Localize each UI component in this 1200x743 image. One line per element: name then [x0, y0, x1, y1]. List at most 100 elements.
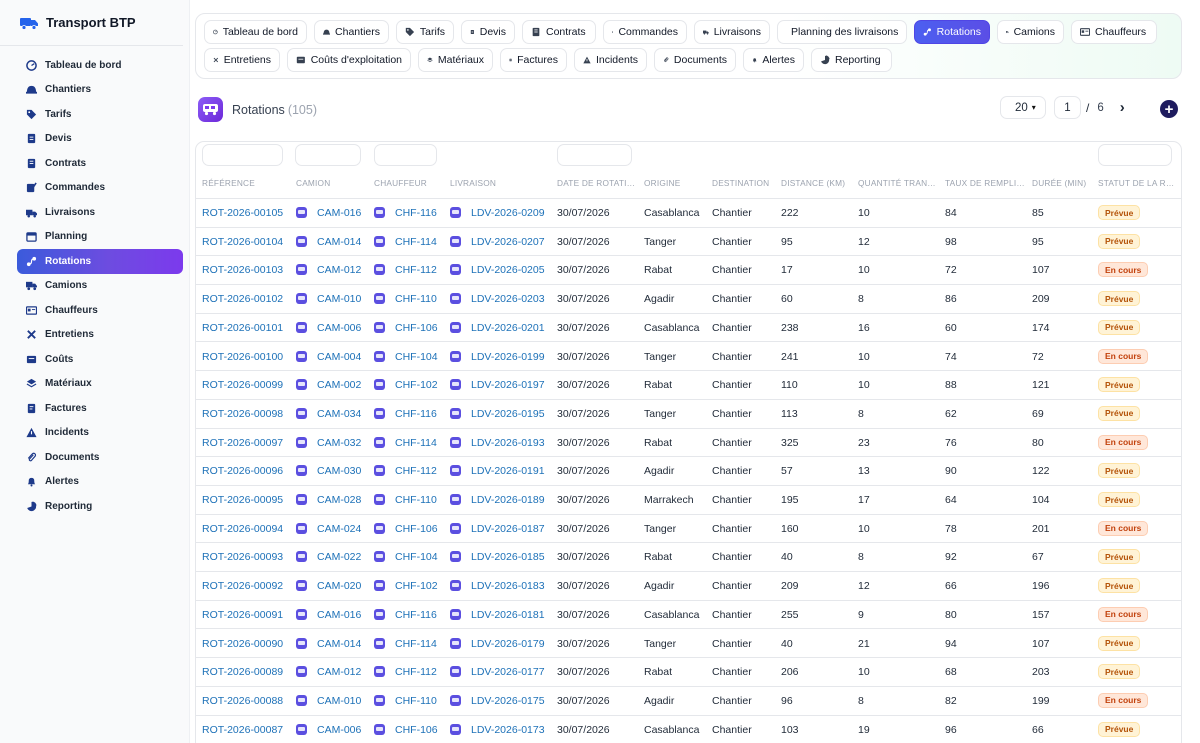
column-header[interactable]: DATE DE ROTATION	[557, 178, 637, 188]
table-row[interactable]: ROT-2026-00098 CAM-034 CHF-116 LDV-2026-019…	[196, 400, 1181, 429]
table-row[interactable]: ROT-2026-00092 CAM-020 CHF-102 LDV-2026-018…	[196, 572, 1181, 601]
column-filter-input[interactable]	[557, 144, 632, 166]
tab-rotations[interactable]: Rotations	[914, 20, 990, 44]
tab-camions[interactable]: Camions	[997, 20, 1064, 44]
tab-documents[interactable]: Documents	[654, 48, 736, 72]
driver-link[interactable]: CHF-102	[395, 379, 438, 391]
driver-link[interactable]: CHF-110	[395, 494, 437, 506]
tab-materiaux[interactable]: Matériaux	[418, 48, 493, 72]
table-row[interactable]: ROT-2026-00101 CAM-006 CHF-106 LDV-2026-020…	[196, 314, 1181, 343]
reference-link[interactable]: ROT-2026-00091	[202, 609, 283, 621]
truck-link[interactable]: CAM-016	[317, 207, 361, 219]
truck-link[interactable]: CAM-014	[317, 638, 361, 650]
reference-link[interactable]: ROT-2026-00102	[202, 293, 283, 305]
sidebar-item-alertes[interactable]: Alertes	[17, 470, 183, 495]
delivery-link[interactable]: LDV-2026-0189	[471, 494, 545, 506]
page-number-input[interactable]: 1	[1054, 96, 1081, 119]
driver-link[interactable]: CHF-112	[395, 666, 437, 678]
reference-link[interactable]: ROT-2026-00089	[202, 666, 283, 678]
reference-link[interactable]: ROT-2026-00088	[202, 695, 283, 707]
delivery-link[interactable]: LDV-2026-0183	[471, 580, 545, 592]
tab-planning-des-livraisons[interactable]: Planning des livraisons	[777, 20, 907, 44]
sidebar-item-livraisons[interactable]: Livraisons	[17, 200, 183, 225]
column-header[interactable]: RÉFÉRENCE	[202, 178, 255, 188]
truck-link[interactable]: CAM-010	[317, 695, 361, 707]
driver-link[interactable]: CHF-112	[395, 465, 437, 477]
driver-link[interactable]: CHF-116	[395, 609, 437, 621]
sidebar-item-factures[interactable]: Factures	[17, 396, 183, 421]
tab-tableau-de-bord[interactable]: Tableau de bord	[204, 20, 307, 44]
sidebar-item-materiaux[interactable]: Matériaux	[17, 372, 183, 397]
tab-commandes[interactable]: Commandes	[603, 20, 687, 44]
column-filter-input[interactable]	[1098, 144, 1172, 166]
delivery-link[interactable]: LDV-2026-0177	[471, 666, 545, 678]
truck-link[interactable]: CAM-014	[317, 236, 361, 248]
reference-link[interactable]: ROT-2026-00100	[202, 351, 283, 363]
table-row[interactable]: ROT-2026-00100 CAM-004 CHF-104 LDV-2026-019…	[196, 343, 1181, 372]
truck-link[interactable]: CAM-034	[317, 408, 361, 420]
reference-link[interactable]: ROT-2026-00099	[202, 379, 283, 391]
delivery-link[interactable]: LDV-2026-0193	[471, 437, 545, 449]
truck-link[interactable]: CAM-006	[317, 322, 361, 334]
reference-link[interactable]: ROT-2026-00105	[202, 207, 283, 219]
delivery-link[interactable]: LDV-2026-0181	[471, 609, 545, 621]
delivery-link[interactable]: LDV-2026-0191	[471, 465, 545, 477]
delivery-link[interactable]: LDV-2026-0195	[471, 408, 545, 420]
per-page-select[interactable]: 20 ▾	[1000, 96, 1046, 119]
brand[interactable]: Transport BTP	[0, 0, 183, 46]
table-row[interactable]: ROT-2026-00099 CAM-002 CHF-102 LDV-2026-019…	[196, 371, 1181, 400]
table-row[interactable]: ROT-2026-00096 CAM-030 CHF-112 LDV-2026-019…	[196, 457, 1181, 486]
driver-link[interactable]: CHF-112	[395, 264, 437, 276]
sidebar-item-commandes[interactable]: Commandes	[17, 176, 183, 201]
truck-link[interactable]: CAM-004	[317, 351, 361, 363]
sidebar-item-contrats[interactable]: Contrats	[17, 151, 183, 176]
truck-link[interactable]: CAM-016	[317, 609, 361, 621]
tab-reporting[interactable]: Reporting	[811, 48, 892, 72]
table-row[interactable]: ROT-2026-00104 CAM-014 CHF-114 LDV-2026-020…	[196, 228, 1181, 257]
column-header[interactable]: LIVRAISON	[450, 178, 496, 188]
driver-link[interactable]: CHF-116	[395, 408, 437, 420]
truck-link[interactable]: CAM-032	[317, 437, 361, 449]
tab-devis[interactable]: Devis	[461, 20, 515, 44]
sidebar-item-tableau-de-bord[interactable]: Tableau de bord	[17, 53, 183, 78]
delivery-link[interactable]: LDV-2026-0197	[471, 379, 545, 391]
column-header[interactable]: DISTANCE (KM)	[781, 178, 845, 188]
sidebar-item-entretiens[interactable]: Entretiens	[17, 323, 183, 348]
truck-link[interactable]: CAM-024	[317, 523, 361, 535]
sidebar-item-documents[interactable]: Documents	[17, 445, 183, 470]
delivery-link[interactable]: LDV-2026-0185	[471, 551, 545, 563]
sidebar-item-tarifs[interactable]: Tarifs	[17, 102, 183, 127]
table-row[interactable]: ROT-2026-00094 CAM-024 CHF-106 LDV-2026-018…	[196, 515, 1181, 544]
column-header[interactable]: CAMION	[296, 178, 330, 188]
column-filter-input[interactable]	[374, 144, 437, 166]
truck-link[interactable]: CAM-012	[317, 666, 361, 678]
truck-link[interactable]: CAM-020	[317, 580, 361, 592]
tab-incidents[interactable]: Incidents	[574, 48, 647, 72]
truck-link[interactable]: CAM-010	[317, 293, 361, 305]
driver-link[interactable]: CHF-114	[395, 638, 437, 650]
driver-link[interactable]: CHF-114	[395, 236, 437, 248]
tab-contrats[interactable]: Contrats	[522, 20, 596, 44]
column-header[interactable]: ORIGINE	[644, 178, 680, 188]
driver-link[interactable]: CHF-106	[395, 724, 438, 736]
reference-link[interactable]: ROT-2026-00101	[202, 322, 283, 334]
table-row[interactable]: ROT-2026-00093 CAM-022 CHF-104 LDV-2026-018…	[196, 543, 1181, 573]
delivery-link[interactable]: LDV-2026-0173	[471, 724, 545, 736]
reference-link[interactable]: ROT-2026-00092	[202, 580, 283, 592]
reference-link[interactable]: ROT-2026-00097	[202, 437, 283, 449]
table-row[interactable]: ROT-2026-00102 CAM-010 CHF-110 LDV-2026-020…	[196, 285, 1181, 314]
driver-link[interactable]: CHF-114	[395, 437, 437, 449]
sidebar-item-reporting[interactable]: Reporting	[17, 494, 183, 519]
delivery-link[interactable]: LDV-2026-0199	[471, 351, 545, 363]
tab-livraisons[interactable]: Livraisons	[694, 20, 770, 44]
reference-link[interactable]: ROT-2026-00090	[202, 638, 283, 650]
reference-link[interactable]: ROT-2026-00087	[202, 724, 283, 736]
table-row[interactable]: ROT-2026-00097 CAM-032 CHF-114 LDV-2026-019…	[196, 429, 1181, 458]
truck-link[interactable]: CAM-012	[317, 264, 361, 276]
driver-link[interactable]: CHF-106	[395, 322, 438, 334]
sidebar-item-planning[interactable]: Planning	[17, 225, 183, 250]
reference-link[interactable]: ROT-2026-00104	[202, 236, 283, 248]
column-filter-input[interactable]	[295, 144, 361, 166]
tab-couts-d-exploitation[interactable]: Coûts d'exploitation	[287, 48, 411, 72]
truck-link[interactable]: CAM-022	[317, 551, 361, 563]
